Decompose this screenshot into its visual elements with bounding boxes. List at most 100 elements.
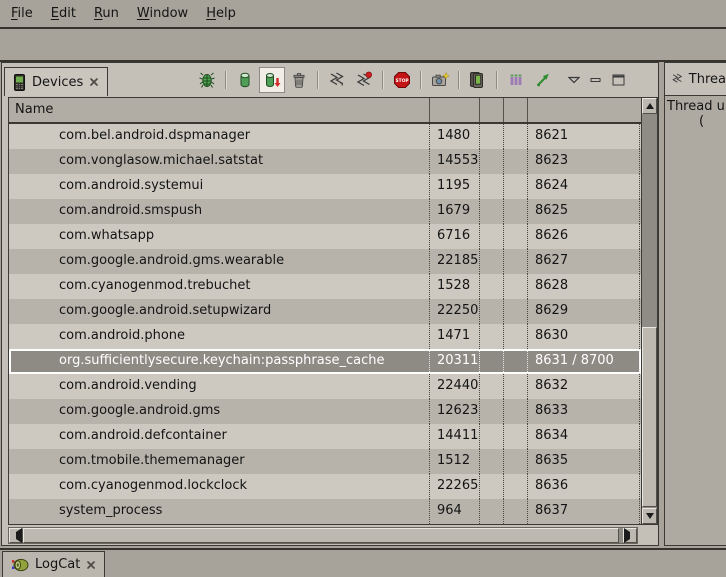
device-capture-button[interactable] — [466, 68, 490, 92]
cell — [504, 374, 528, 399]
threads-message-line2: ( — [667, 114, 726, 129]
table-row[interactable]: com.google.android.setupwizard222508629 — [9, 299, 641, 324]
tab-devices-label: Devices — [32, 75, 83, 90]
name-cell: com.android.smspush — [9, 199, 430, 224]
menu-edit[interactable]: Edit — [42, 3, 85, 24]
stop-icon-text: STOP — [395, 78, 409, 84]
menu-window[interactable]: Window — [128, 3, 197, 24]
cell — [480, 199, 504, 224]
dump-hprof-button[interactable] — [260, 68, 284, 92]
horizontal-scrollbar[interactable] — [8, 527, 638, 544]
port-cell: 8626 — [528, 224, 640, 249]
cell — [504, 249, 528, 274]
pid-cell: 1480 — [430, 124, 480, 149]
table-row[interactable]: com.android.defcontainer144118634 — [9, 424, 641, 449]
pid-cell: 1195 — [430, 174, 480, 199]
vertical-scrollbar-thumb[interactable] — [642, 327, 657, 507]
threads-tabbar: Threa — [665, 63, 726, 96]
cell — [480, 299, 504, 324]
vertical-scrollbar[interactable] — [641, 98, 657, 524]
cell — [504, 149, 528, 174]
table-row[interactable]: com.android.vending224408632 — [9, 374, 641, 399]
menu-help[interactable]: Help — [197, 3, 245, 24]
scroll-up-button[interactable] — [642, 98, 657, 114]
debug-icon — [198, 71, 216, 89]
table-row[interactable]: com.android.phone14718630 — [9, 324, 641, 349]
column-header-4[interactable] — [528, 98, 640, 122]
port-cell: 8628 — [528, 274, 640, 299]
column-header-1[interactable] — [430, 98, 480, 122]
tab-logcat[interactable]: LogCat — [2, 551, 105, 577]
name-cell: com.android.phone — [9, 324, 430, 349]
pid-cell: 14553 — [430, 149, 480, 174]
table-row[interactable]: com.cyanogenmod.lockclock222658636 — [9, 474, 641, 499]
devices-panel: Devices — [1, 62, 659, 546]
scroll-right-button[interactable] — [623, 528, 637, 543]
threads-icon — [671, 71, 684, 87]
maximize-button[interactable] — [610, 68, 626, 92]
table-row[interactable]: com.whatsapp67168626 — [9, 224, 641, 249]
pid-cell: 1471 — [430, 324, 480, 349]
table-row[interactable]: com.vonglasow.michael.satstat145538623 — [9, 149, 641, 174]
horizontal-scrollbar-thumb[interactable] — [23, 528, 619, 543]
update-heap-icon — [236, 71, 254, 89]
menu-run[interactable]: Run — [85, 3, 128, 24]
device-capture-icon — [468, 71, 488, 89]
table-row[interactable]: system_process9648637 — [9, 499, 641, 524]
column-header-2[interactable] — [480, 98, 504, 122]
cell — [480, 224, 504, 249]
debug-button[interactable] — [195, 68, 219, 92]
scroll-left-button[interactable] — [9, 528, 23, 543]
close-icon[interactable] — [89, 77, 99, 87]
menu-file[interactable]: File — [2, 3, 42, 24]
table-row[interactable]: com.tmobile.thememanager15128635 — [9, 449, 641, 474]
port-cell: 8625 — [528, 199, 640, 224]
tab-devices[interactable]: Devices — [4, 67, 108, 96]
start-opengl-trace-icon — [534, 71, 552, 89]
screen-capture-button[interactable] — [428, 68, 452, 92]
cell — [504, 474, 528, 499]
pid-cell: 964 — [430, 499, 480, 524]
cell — [504, 324, 528, 349]
close-icon[interactable] — [86, 560, 96, 570]
cell — [504, 124, 528, 149]
table-row[interactable]: com.bel.android.dspmanager14808621 — [9, 124, 641, 149]
cell — [504, 449, 528, 474]
cell — [480, 474, 504, 499]
table-row[interactable]: com.android.smspush16798625 — [9, 199, 641, 224]
name-cell: com.android.defcontainer — [9, 424, 430, 449]
start-opengl-trace-button[interactable] — [531, 68, 555, 92]
table-row-selected[interactable]: org.sufficientlysecure.keychain:passphra… — [9, 349, 641, 374]
column-header-name[interactable]: Name — [9, 98, 430, 122]
update-threads-button[interactable] — [325, 68, 349, 92]
table-row[interactable]: com.cyanogenmod.trebuchet15288628 — [9, 274, 641, 299]
update-heap-button[interactable] — [233, 68, 257, 92]
cause-gc-button[interactable] — [287, 68, 311, 92]
devices-table: Name com.bel.android.dspmanager14808621c… — [8, 97, 658, 525]
scroll-down-button[interactable] — [642, 508, 657, 524]
name-cell: com.vonglasow.michael.satstat — [9, 149, 430, 174]
toolbar-separator — [458, 71, 460, 89]
name-cell: com.tmobile.thememanager — [9, 449, 430, 474]
arrow-left-icon — [10, 528, 22, 543]
column-header-3[interactable] — [504, 98, 528, 122]
start-method-profiling-button[interactable] — [352, 68, 376, 92]
table-row[interactable]: com.android.systemui11958624 — [9, 174, 641, 199]
systrace-button[interactable] — [504, 68, 528, 92]
stop-process-button[interactable]: STOP — [390, 68, 414, 92]
systrace-icon — [507, 71, 525, 89]
arrow-down-icon — [646, 513, 654, 519]
table-row[interactable]: com.google.android.gms126238633 — [9, 399, 641, 424]
threads-message: Thread up ( — [665, 96, 726, 129]
toolbar-separator — [496, 71, 498, 89]
table-row[interactable]: com.google.android.gms.wearable221858627 — [9, 249, 641, 274]
toolbar-separator — [420, 71, 422, 89]
name-cell: com.bel.android.dspmanager — [9, 124, 430, 149]
tab-threads-label[interactable]: Threa — [689, 72, 726, 87]
view-menu-button[interactable] — [566, 68, 582, 92]
minimize-button[interactable] — [588, 68, 604, 92]
minimize-icon — [590, 75, 602, 85]
stop-process-icon: STOP — [393, 71, 411, 89]
name-cell: org.sufficientlysecure.keychain:passphra… — [9, 349, 430, 374]
port-cell: 8632 — [528, 374, 640, 399]
